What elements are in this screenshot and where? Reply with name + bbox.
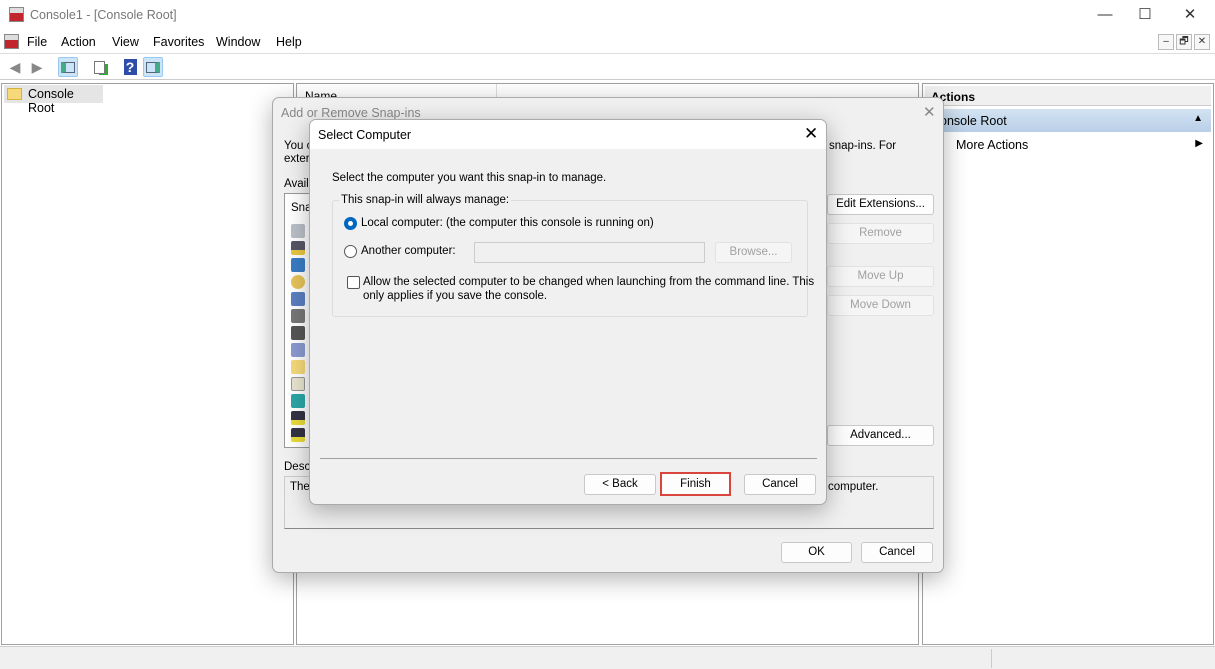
window-title: Console1 - [Console Root] — [30, 8, 177, 22]
move-down-button[interactable]: Move Down — [827, 295, 934, 316]
collapse-arrow-icon[interactable]: ▲ — [1193, 113, 1203, 124]
snapin-icon — [291, 343, 305, 357]
intro-text-right: snap-ins. For — [829, 140, 897, 152]
tree-item-console-root[interactable]: Console Root — [4, 85, 103, 115]
actions-section-console-root[interactable]: Console Root ▲ — [925, 109, 1211, 132]
help-glyph: ? — [123, 59, 137, 75]
folder-icon — [7, 88, 22, 100]
separator — [320, 458, 817, 459]
menu-help[interactable]: Help — [276, 35, 302, 49]
finish-button[interactable]: Finish — [660, 472, 731, 496]
toolbar — [0, 54, 1215, 80]
submenu-arrow-icon: ▶ — [1195, 138, 1203, 149]
action-more-actions[interactable]: More Actions ▶ — [925, 135, 1211, 155]
console-tree-pane: Console Root — [1, 83, 294, 645]
menu-view[interactable]: View — [112, 35, 139, 49]
allow-change-label-line2: only applies if you save the console. — [363, 290, 548, 302]
select-computer-close-button[interactable]: ✕ — [804, 124, 818, 144]
export-list-icon[interactable] — [89, 57, 109, 77]
snapins-close-button[interactable]: ✕ — [923, 103, 936, 121]
menu-window[interactable]: Window — [216, 35, 260, 49]
title-bar: Console1 - [Console Root] — ☐ ✕ — [0, 0, 1215, 30]
child-minimize-button[interactable]: – — [1158, 34, 1174, 50]
select-computer-cancel-button[interactable]: Cancel — [744, 474, 816, 495]
description-text: The — [290, 481, 310, 493]
snapin-icon — [291, 394, 305, 408]
snapin-icon — [291, 428, 305, 442]
snapin-icon — [291, 411, 305, 425]
snapin-icon — [291, 309, 305, 323]
menu-action[interactable]: Action — [61, 35, 96, 49]
folder-icon — [291, 360, 305, 374]
mmc-app-icon — [9, 7, 24, 22]
snapin-icon — [291, 241, 305, 255]
move-up-button[interactable]: Move Up — [827, 266, 934, 287]
edit-extensions-button[interactable]: Edit Extensions... — [827, 194, 934, 215]
ok-button[interactable]: OK — [781, 542, 852, 563]
actions-pane: Actions Console Root ▲ More Actions ▶ — [922, 83, 1214, 645]
back-arrow-icon[interactable]: ◀ — [5, 57, 25, 77]
allow-change-label[interactable]: Allow the selected computer to be change… — [363, 276, 814, 288]
snapins-dialog-title: Add or Remove Snap-ins — [281, 106, 421, 120]
prompt-text: Select the computer you want this snap-i… — [332, 172, 607, 184]
select-computer-title-bar: Select Computer ✕ — [310, 120, 826, 149]
child-restore-button[interactable]: 🗗 — [1176, 34, 1192, 50]
browse-button[interactable]: Browse... — [715, 242, 792, 263]
advanced-button[interactable]: Advanced... — [827, 425, 934, 446]
menu-bar: File Action View Favorites Window Help — [0, 30, 1215, 54]
remove-button[interactable]: Remove — [827, 223, 934, 244]
select-computer-dialog: Select Computer ✕ Select the computer yo… — [309, 119, 827, 505]
snapin-icon — [291, 326, 305, 340]
status-bar — [0, 646, 1215, 669]
another-computer-label[interactable]: Another computer: — [361, 245, 456, 257]
snapin-icon — [291, 224, 305, 238]
snapin-icon — [291, 377, 305, 391]
show-hide-console-tree-icon[interactable] — [58, 57, 78, 77]
maximize-button[interactable]: ☐ — [1125, 4, 1165, 26]
tree-item-label: Console Root — [28, 87, 74, 115]
close-button[interactable]: ✕ — [1170, 4, 1210, 26]
description-text-right: computer. — [828, 481, 879, 493]
help-icon[interactable]: ? — [120, 57, 140, 77]
show-hide-action-pane-icon[interactable] — [143, 57, 163, 77]
intro-text-line2: exter — [284, 153, 310, 165]
menu-file[interactable]: File — [27, 35, 47, 49]
menu-favorites[interactable]: Favorites — [153, 35, 204, 49]
snapins-cancel-button[interactable]: Cancel — [861, 542, 933, 563]
more-actions-label: More Actions — [956, 138, 1029, 152]
snapin-icon — [291, 292, 305, 306]
actions-header: Actions — [925, 86, 1211, 106]
console-system-menu-icon[interactable] — [4, 34, 19, 49]
local-computer-label[interactable]: Local computer: (the computer this conso… — [361, 217, 654, 229]
forward-arrow-icon[interactable]: ▶ — [27, 57, 47, 77]
groupbox-label: This snap-in will always manage: — [339, 194, 512, 206]
snapin-icon — [291, 258, 305, 272]
minimize-button[interactable]: — — [1085, 4, 1125, 26]
status-bar-panel — [991, 649, 1213, 668]
another-computer-input[interactable] — [474, 242, 705, 263]
allow-change-checkbox[interactable] — [347, 276, 360, 289]
child-close-button[interactable]: ✕ — [1194, 34, 1210, 50]
another-computer-radio[interactable] — [344, 245, 357, 258]
select-computer-title: Select Computer — [318, 128, 412, 142]
local-computer-radio[interactable] — [344, 217, 357, 230]
back-button[interactable]: < Back — [584, 474, 656, 495]
snapin-icon — [291, 275, 305, 289]
